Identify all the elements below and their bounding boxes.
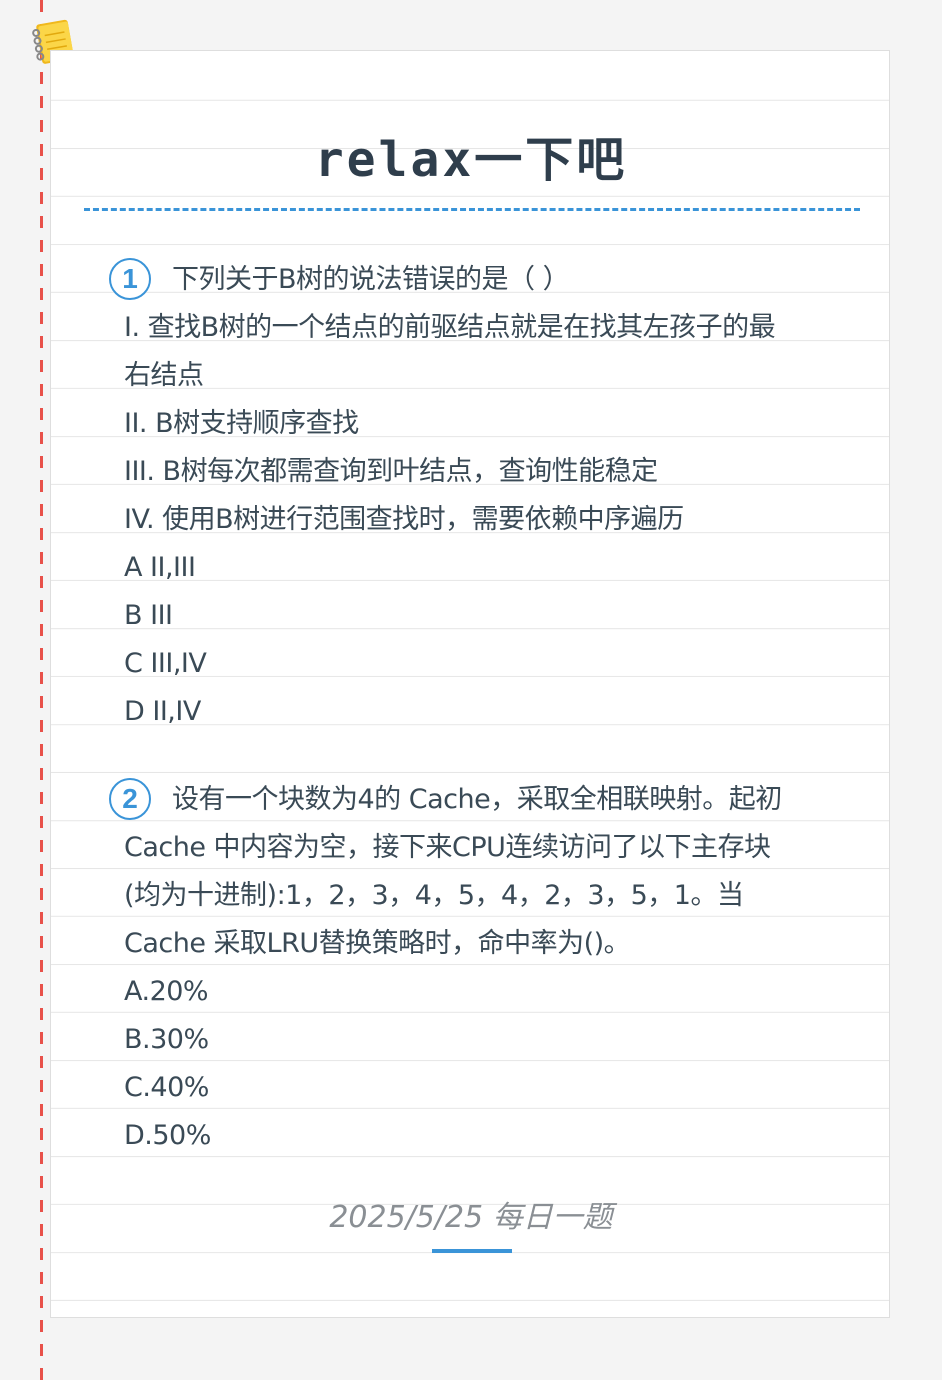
question-2-option-a: A.20% [124, 976, 209, 1007]
question-2-stem-cont-2: (均为十进制):1，2，3，4，5，4，2，3，5，1。当 [124, 880, 744, 911]
footer-date-caption: 2025/5/25 每日一题 [329, 1200, 613, 1235]
question-1-option-d: D II,IV [124, 696, 201, 727]
question-1-stem: 下列关于B树的说法错误的是（ ） [172, 264, 570, 295]
question-1-number-badge: 1 [109, 258, 151, 300]
question-2-option-c: C.40% [124, 1072, 209, 1103]
question-2-stem-cont-1: Cache 中内容为空，接下来CPU连续访问了以下主存块 [124, 832, 771, 863]
question-1-statement-3: III. B树每次都需查询到叶结点，查询性能稳定 [124, 456, 658, 487]
question-1-option-b: B III [124, 600, 173, 631]
question-2-option-d: D.50% [124, 1120, 211, 1151]
question-1-statement-2: II. B树支持顺序查找 [124, 408, 359, 439]
question-2-number-badge: 2 [109, 778, 151, 820]
question-1-statement-1-cont: 右结点 [124, 360, 204, 391]
question-2-option-b: B.30% [124, 1024, 209, 1055]
question-2-stem-cont-3: Cache 采取LRU替换策略时，命中率为()。 [124, 928, 631, 959]
footer-underline [432, 1249, 512, 1253]
margin-line [40, 0, 43, 1380]
title-divider [84, 208, 860, 211]
question-2-stem: 设有一个块数为4的 Cache，采取全相联映射。起初 [172, 784, 782, 815]
question-1-option-a: A II,III [124, 552, 196, 583]
question-1-statement-1: I. 查找B树的一个结点的前驱结点就是在找其左孩子的最 [124, 312, 776, 343]
question-1-option-c: C III,IV [124, 648, 207, 679]
page-title: relax一下吧 [314, 132, 628, 188]
question-1-statement-4: IV. 使用B树进行范围查找时，需要依赖中序遍历 [124, 504, 684, 535]
